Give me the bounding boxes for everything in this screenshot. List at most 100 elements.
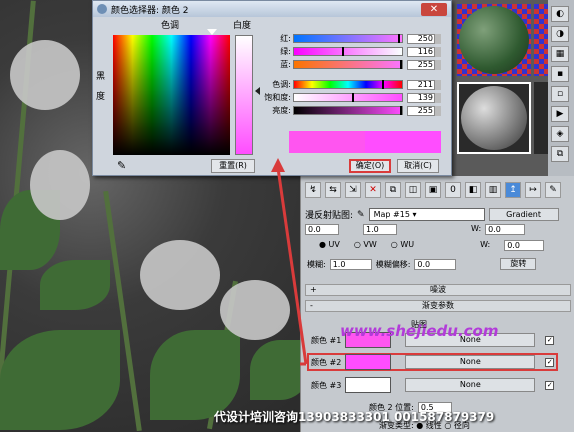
color-3-checkbox[interactable]: ✓	[545, 380, 555, 390]
color-1-checkbox[interactable]: ✓	[545, 335, 555, 345]
whiteness-label: 白度	[233, 21, 252, 31]
backlight-icon[interactable]: ◑	[551, 26, 569, 42]
collapse-icon: -	[310, 301, 313, 310]
slider-thumb[interactable]	[400, 60, 402, 69]
spinner[interactable]	[435, 105, 441, 116]
slider-track[interactable]	[293, 80, 403, 89]
whiteness-bar[interactable]	[235, 35, 253, 155]
radio-label: UV	[328, 240, 340, 249]
radio-uv[interactable]: ● UV	[319, 240, 340, 251]
color-2-checkbox[interactable]: ✓	[545, 357, 555, 367]
slider-thumb[interactable]	[397, 34, 400, 43]
slider-label: 亮度:	[272, 106, 291, 115]
eyedropper-icon[interactable]: ✎	[357, 210, 365, 220]
material-slot-3[interactable]	[534, 4, 548, 76]
slider-track[interactable]	[293, 60, 403, 69]
slider-track[interactable]	[293, 106, 403, 115]
v-offset-field[interactable]: 1.0	[363, 224, 397, 235]
blackness-label-2: 度	[96, 92, 106, 102]
cancel-button[interactable]: 取消(C)	[397, 159, 439, 173]
get-material-icon[interactable]: ↯	[305, 182, 321, 198]
map-name: Map #15	[373, 210, 410, 219]
slider-track[interactable]	[293, 93, 403, 102]
slider-thumb[interactable]	[400, 106, 402, 115]
reset-map-icon[interactable]: ✕	[365, 182, 381, 198]
close-button[interactable]: ✕	[421, 2, 447, 16]
copy-material-icon[interactable]: ⧉	[385, 182, 401, 198]
spinner[interactable]	[435, 46, 441, 57]
select-by-material-icon[interactable]: ⧉	[551, 146, 569, 162]
material-slot-1[interactable]	[457, 4, 531, 76]
video-check-icon[interactable]: ▫	[551, 86, 569, 102]
radio-vw[interactable]: ○ VW	[354, 240, 377, 251]
go-to-parent-icon[interactable]: ↥	[505, 182, 521, 198]
color-2-swatch[interactable]	[345, 354, 392, 370]
slider-value-field[interactable]: 139	[407, 92, 435, 103]
blur-offset-field[interactable]: 0.0	[414, 258, 457, 270]
options-icon[interactable]: ◈	[551, 126, 569, 142]
spinner[interactable]	[435, 59, 441, 70]
gradient-type-button[interactable]: Gradient	[488, 208, 559, 221]
slider-value-field[interactable]: 116	[407, 46, 435, 57]
color-1-label: 颜色 #1	[311, 335, 342, 345]
map-row: 漫反射贴图: ✎ Map #15 ▾ Gradient	[305, 208, 559, 221]
pick-material-icon[interactable]: ✎	[545, 182, 561, 198]
preview-icon[interactable]: ▶	[551, 106, 569, 122]
put-library-icon[interactable]: ▣	[425, 182, 441, 198]
gradient-params-label: 渐变参数	[422, 301, 454, 310]
w2-field[interactable]: 0.0	[504, 240, 545, 251]
w-angle-field[interactable]: 0.0	[485, 224, 526, 235]
slider-value-field[interactable]: 255	[407, 59, 435, 70]
blackness-label: 黑	[96, 72, 106, 82]
leaf	[40, 260, 110, 310]
w2-label: W:	[480, 240, 491, 249]
color-3-swatch[interactable]	[345, 377, 392, 393]
whiteness-marker[interactable]	[255, 87, 260, 95]
slider-label: 饱和度:	[264, 93, 291, 102]
spinner[interactable]	[435, 79, 441, 90]
slider-value-field[interactable]: 255	[407, 105, 435, 116]
material-slot-4[interactable]	[534, 82, 548, 154]
assign-material-icon[interactable]: ⇲	[345, 182, 361, 198]
ok-button[interactable]: 确定(O)	[349, 159, 391, 173]
u-offset-field[interactable]: 0.0	[305, 224, 339, 235]
slider-track[interactable]	[293, 47, 403, 56]
original-color-swatch	[289, 131, 365, 153]
radio-wu[interactable]: ○ WU	[391, 240, 414, 251]
color-2-map-button[interactable]: None	[405, 355, 536, 369]
noise-rollout[interactable]: + 噪波	[305, 284, 571, 296]
gradient-params-rollout[interactable]: - 渐变参数	[305, 300, 571, 312]
material-slot-2[interactable]	[457, 82, 531, 154]
hue-blackness-box[interactable]	[113, 35, 230, 155]
color-row-2: 颜色 #2 None ✓	[307, 353, 559, 371]
map-dropdown[interactable]: Map #15 ▾	[368, 208, 485, 221]
tiling-icon[interactable]: ▪	[551, 66, 569, 82]
unique-icon[interactable]: ◫	[405, 182, 421, 198]
reset-button[interactable]: 重置(R)	[211, 159, 255, 173]
color-3-map-button[interactable]: None	[405, 378, 536, 392]
show-end-result-icon[interactable]: ▥	[485, 182, 501, 198]
material-side-toolbar: ◐ ◑ ▦ ▪ ▫ ▶ ◈ ⧉	[548, 0, 574, 176]
slider-thumb[interactable]	[381, 80, 384, 89]
rotate-button[interactable]: 旋转	[500, 258, 537, 270]
background-icon[interactable]: ▦	[551, 46, 569, 62]
show-map-icon[interactable]: ◧	[465, 182, 481, 198]
material-id-icon[interactable]: 0	[445, 182, 461, 198]
slider-label: 蓝:	[280, 60, 291, 69]
slider-value-field[interactable]: 250	[407, 33, 435, 44]
blur-field[interactable]: 1.0	[329, 258, 372, 270]
eyedropper-icon[interactable]: ✎	[117, 159, 131, 172]
sample-type-icon[interactable]: ◐	[551, 6, 569, 22]
dialog-titlebar[interactable]: 颜色选择器: 颜色 2 ✕	[93, 1, 451, 17]
slider-thumb[interactable]	[341, 47, 344, 56]
spinner[interactable]	[435, 92, 441, 103]
color-picker-dialog: 颜色选择器: 颜色 2 ✕ 色调 白度 黑 度 ✎ 重置(R) 红: 250 绿: 1…	[92, 0, 452, 176]
slider-thumb[interactable]	[352, 93, 355, 102]
put-material-icon[interactable]: ⇆	[325, 182, 341, 198]
slider-track[interactable]	[293, 34, 403, 43]
slider-value-field[interactable]: 211	[407, 79, 435, 90]
blur-offset-label: 模糊偏移:	[375, 259, 411, 269]
spinner[interactable]	[435, 33, 441, 44]
bottom-watermark: 代设计培训咨询13903833301 001587879379	[214, 410, 495, 424]
go-forward-sibling-icon[interactable]: ↦	[525, 182, 541, 198]
